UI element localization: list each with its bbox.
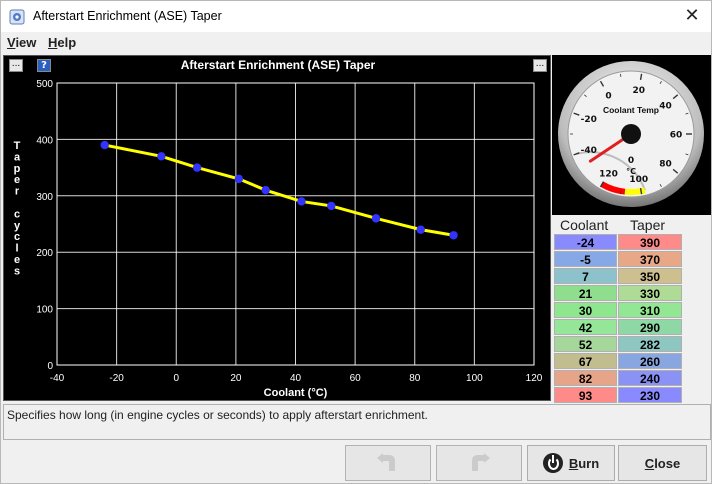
data-point [297,197,306,206]
taper-cell[interactable]: 230 [618,387,682,403]
coolant-cell[interactable]: -5 [554,251,617,267]
chart-title: Afterstart Enrichment (ASE) Taper [180,58,376,72]
gauge-unit: °C [626,167,636,176]
gauge-tick-label: 100 [629,175,648,185]
taper-cell[interactable]: 282 [618,336,682,352]
coolant-cell[interactable]: 93 [554,387,617,403]
data-point [416,225,425,234]
x-tick-label: 120 [526,373,543,384]
coolant-cell[interactable]: 52 [554,336,617,352]
app-window: Afterstart Enrichment (ASE) Taper ✕ View… [0,0,712,484]
redo-button[interactable] [436,445,522,481]
taper-cell[interactable]: 330 [618,285,682,301]
taper-cell[interactable]: 260 [618,353,682,369]
burn-label: urn [578,455,600,471]
gauge-tick-label: -20 [581,115,597,125]
gauge-tick-label: 60 [670,131,683,141]
y-tick-label: 0 [47,361,53,372]
status-bar: Specifies how long (in engine cycles or … [3,404,711,440]
x-tick-label: 80 [409,373,421,384]
gauge-tick-label: 80 [659,159,672,169]
coolant-cell[interactable]: 67 [554,353,617,369]
coolant-gauge: -40-20020406080100120Coolant Temp0°C [558,61,704,207]
x-tick-label: 0 [173,373,179,384]
x-tick-label: 60 [350,373,362,384]
coolant-cell[interactable]: 42 [554,319,617,335]
data-point [234,174,244,184]
y-tick-label: 100 [36,305,53,316]
gauge-title: Coolant Temp [603,105,659,115]
taper-cell[interactable]: 370 [618,251,682,267]
menu-help[interactable]: Help [48,35,76,50]
taper-column-header: Taper [630,217,666,233]
x-tick-label: 100 [466,373,483,384]
close-icon[interactable]: ✕ [681,5,703,27]
gauge-tick [620,191,622,195]
redo-icon [472,453,490,471]
y-axis-label: Taper cycles [14,140,21,277]
x-tick-label: -40 [50,373,65,384]
menu-view-label: iew [15,35,37,50]
x-axis-label: Coolant (°C) [264,387,328,399]
data-point [157,152,166,161]
burn-icon [542,453,563,473]
y-tick-label: 400 [36,135,53,146]
taper-chart[interactable]: -40 -20 0 20 40 60 80 100 120 0 100 200 300 400 500 Coo… [4,56,552,402]
burn-mnemonic: B [568,455,579,471]
chart-options-left-button[interactable]: ... [9,59,23,72]
gauge-hub [621,124,641,144]
gauge-tick [620,73,622,77]
taper-cell[interactable]: 390 [618,234,682,250]
gauge-tick-label: -40 [581,146,597,156]
data-point [192,163,202,172]
gauge-tick-label: 40 [659,102,672,112]
title-bar: Afterstart Enrichment (ASE) Taper ✕ [1,1,711,32]
gauge-tick-label: 120 [599,169,618,179]
y-tick-label: 200 [36,248,53,259]
window-title: Afterstart Enrichment (ASE) Taper [33,9,222,23]
coolant-gauge-panel: -40 -20 0 20 40 60 80 100 120 Coolant Temp 0 °C [552,55,711,215]
x-tick-label: 20 [230,373,242,384]
close-mnemonic: C [644,455,655,471]
chart-help-button[interactable]: ? [37,59,51,72]
taper-cell[interactable]: 350 [618,268,682,284]
gauge-tick-label: 20 [633,86,646,96]
coolant-column-header: Coolant [560,217,609,233]
chart-panel: -40 -20 0 20 40 60 80 100 120 0 100 200 300 400 500 Coo… [3,55,551,401]
data-point [327,201,336,211]
taper-cell[interactable]: 290 [618,319,682,335]
y-tick-label: 300 [36,192,53,203]
data-point [261,185,270,195]
close-label: lose [654,455,681,471]
menu-view[interactable]: View [7,35,36,50]
data-point [100,140,109,150]
app-icon [9,9,25,25]
coolant-cell[interactable]: 21 [554,285,617,301]
x-tick-label: 40 [290,373,302,384]
x-tick-label: -20 [109,373,124,384]
taper-cell[interactable]: 240 [618,370,682,386]
y-tick-label: 500 [36,79,53,90]
coolant-cell[interactable]: 7 [554,268,617,284]
data-point [371,214,381,223]
menu-bar: View Help [1,32,711,54]
undo-icon [377,453,395,471]
gauge-tick-label: 0 [605,92,611,102]
undo-button[interactable] [345,445,431,481]
series-line [104,143,454,237]
taper-table: Coolant Taper -24 390 -5 370 7 350 21 330 30 310 4… [552,215,711,403]
data-point [449,231,458,240]
status-text: Specifies how long (in engine cycles or … [7,408,428,422]
gauge-warning-band [624,187,646,195]
coolant-cell[interactable]: 30 [554,302,617,318]
coolant-cell[interactable]: -24 [554,234,617,250]
coolant-cell[interactable]: 82 [554,370,617,386]
chart-options-right-button[interactable]: ... [533,59,547,72]
taper-cell[interactable]: 310 [618,302,682,318]
burn-button[interactable]: Burn [527,445,615,481]
gauge-value: 0 [628,156,634,166]
close-button[interactable]: Close [618,445,707,481]
menu-help-label: elp [57,35,77,50]
menu-help-mnemonic: H [48,35,58,50]
